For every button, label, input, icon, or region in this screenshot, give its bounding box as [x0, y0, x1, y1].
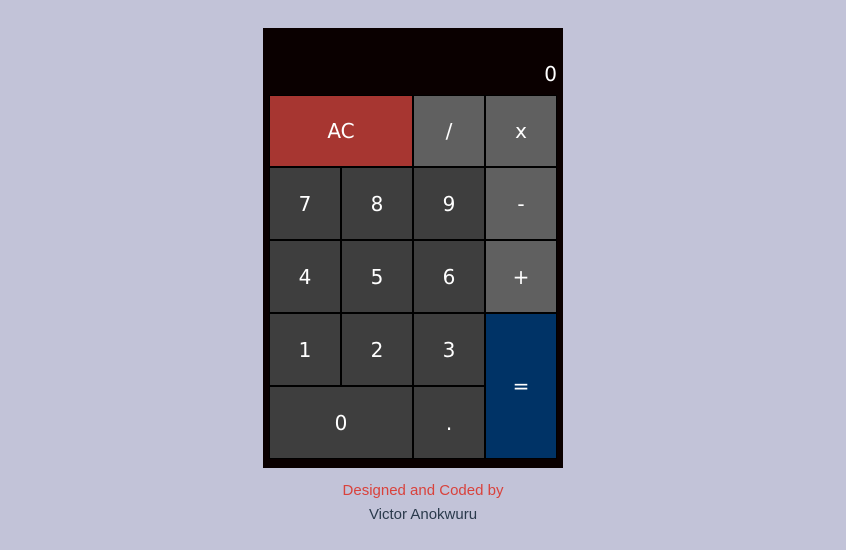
subtract-button[interactable]: - — [485, 167, 557, 240]
one-button[interactable]: 1 — [269, 313, 341, 386]
six-button[interactable]: 6 — [413, 240, 485, 313]
five-button[interactable]: 5 — [341, 240, 413, 313]
footer-author-name: Victor Anokwuru — [368, 506, 478, 523]
display: 0 — [544, 62, 557, 86]
add-button[interactable]: + — [485, 240, 557, 313]
seven-button[interactable]: 7 — [269, 167, 341, 240]
zero-button[interactable]: 0 — [269, 386, 413, 459]
clear-button[interactable]: AC — [269, 95, 413, 167]
decimal-button[interactable]: . — [413, 386, 485, 459]
four-button[interactable]: 4 — [269, 240, 341, 313]
divide-button[interactable]: / — [413, 95, 485, 167]
three-button[interactable]: 3 — [413, 313, 485, 386]
footer-credit-line: Designed and Coded by — [342, 482, 504, 499]
two-button[interactable]: 2 — [341, 313, 413, 386]
eight-button[interactable]: 8 — [341, 167, 413, 240]
calculator: 0 AC / x 7 8 9 - 4 5 6 + 1 2 3 = 0 . — [263, 28, 563, 468]
equals-button[interactable]: = — [485, 313, 557, 459]
multiply-button[interactable]: x — [485, 95, 557, 167]
nine-button[interactable]: 9 — [413, 167, 485, 240]
keypad: AC / x 7 8 9 - 4 5 6 + 1 2 3 = 0 . — [269, 95, 557, 459]
